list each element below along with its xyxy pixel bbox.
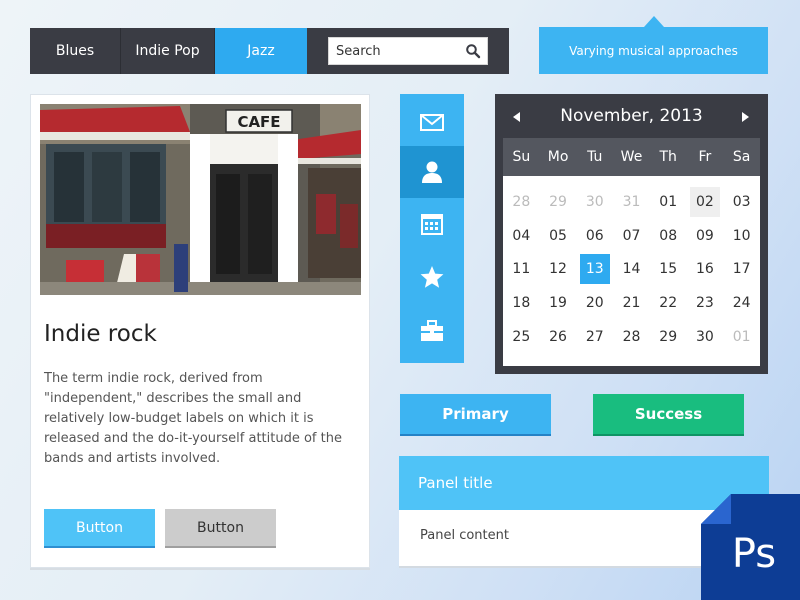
calendar-day-cell[interactable]: 05 xyxy=(540,219,577,253)
weekday-label: We xyxy=(620,149,643,165)
calendar-day-cell[interactable]: 28 xyxy=(503,185,540,219)
search-input[interactable] xyxy=(336,43,460,59)
calendar-weekday-row: Su Mo Tu We Th Fr Sa xyxy=(503,138,760,176)
calendar-day-cell[interactable]: 24 xyxy=(723,286,760,320)
calendar-month-label: November, 2013 xyxy=(560,106,703,126)
calendar-day-cell[interactable]: 12 xyxy=(540,253,577,287)
weekday-label: Su xyxy=(512,149,531,165)
calendar-day-cell[interactable]: 20 xyxy=(576,286,613,320)
calendar-day-cell[interactable]: 23 xyxy=(687,286,724,320)
primary-button[interactable]: Primary xyxy=(400,394,551,434)
calendar-day-cell[interactable]: 22 xyxy=(650,286,687,320)
card-primary-button[interactable]: Button xyxy=(44,509,155,546)
calendar-day-cell[interactable]: 01 xyxy=(650,185,687,219)
calendar-day-cell[interactable]: 16 xyxy=(687,253,724,287)
photo-cafe-sign: CAFE xyxy=(237,113,280,131)
search-box xyxy=(328,37,488,65)
nav-tab-jazz[interactable]: Jazz xyxy=(215,28,307,74)
briefcase-icon xyxy=(421,320,443,341)
iconbar-item-mail[interactable] xyxy=(400,96,464,148)
panel-content: Panel content xyxy=(420,528,509,543)
nav-tab-indie-pop[interactable]: Indie Pop xyxy=(121,28,215,74)
calendar-day-cell[interactable]: 31 xyxy=(613,185,650,219)
iconbar-item-user[interactable] xyxy=(400,146,464,198)
user-icon xyxy=(422,161,442,183)
iconbar-item-star[interactable] xyxy=(400,251,464,303)
calendar-day-cell[interactable]: 18 xyxy=(503,286,540,320)
mail-icon xyxy=(420,114,444,131)
weekday-label: Sa xyxy=(732,149,751,165)
calendar-day-cell-highlighted[interactable]: 02 xyxy=(687,185,724,219)
card-secondary-button[interactable]: Button xyxy=(165,509,276,546)
calendar-prev-arrow-icon[interactable] xyxy=(513,112,520,122)
calendar-day-cell[interactable]: 29 xyxy=(540,185,577,219)
calendar-day-cell[interactable]: 30 xyxy=(576,185,613,219)
calendar-day-cell[interactable]: 14 xyxy=(613,253,650,287)
calendar-day-cell[interactable]: 19 xyxy=(540,286,577,320)
calendar-day-cell[interactable]: 26 xyxy=(540,320,577,354)
card-description: The term indie rock, derived from "indep… xyxy=(44,371,342,466)
weekday-label: Fr xyxy=(698,149,712,165)
calendar-widget: November, 2013 Su Mo Tu We Th Fr Sa 28 2… xyxy=(495,94,768,374)
calendar-day-cell[interactable]: 10 xyxy=(723,219,760,253)
card-title: Indie rock xyxy=(44,321,157,347)
calendar-day-cell[interactable]: 07 xyxy=(613,219,650,253)
calendar-day-cell[interactable]: 30 xyxy=(687,320,724,354)
top-nav-bar: Blues Indie Pop Jazz xyxy=(30,28,509,74)
calendar-day-cell[interactable]: 27 xyxy=(576,320,613,354)
calendar-next-arrow-icon[interactable] xyxy=(742,112,749,122)
nav-tab-blues[interactable]: Blues xyxy=(30,28,121,74)
calendar-day-cell[interactable]: 29 xyxy=(650,320,687,354)
weekday-label: Mo xyxy=(547,149,569,165)
calendar-day-cell[interactable]: 25 xyxy=(503,320,540,354)
weekday-label: Th xyxy=(659,149,677,165)
calendar-day-cell[interactable]: 17 xyxy=(723,253,760,287)
photoshop-file-icon: Ps xyxy=(701,494,800,600)
photoshop-badge-text: Ps xyxy=(732,531,776,577)
calendar-day-cell[interactable]: 28 xyxy=(613,320,650,354)
calendar-day-cell[interactable]: 04 xyxy=(503,219,540,253)
calendar-day-cell[interactable]: 11 xyxy=(503,253,540,287)
iconbar-item-calendar[interactable] xyxy=(400,198,464,250)
calendar-day-cell[interactable]: 03 xyxy=(723,185,760,219)
calendar-icon xyxy=(421,214,443,235)
panel-title: Panel title xyxy=(418,474,493,492)
calendar-day-cell[interactable]: 21 xyxy=(613,286,650,320)
tooltip-text: Varying musical approaches xyxy=(569,43,738,58)
tooltip: Varying musical approaches xyxy=(539,27,768,74)
search-icon[interactable] xyxy=(465,43,481,59)
weekday-label: Tu xyxy=(587,149,603,165)
success-button[interactable]: Success xyxy=(593,394,744,434)
calendar-day-cell[interactable]: 08 xyxy=(650,219,687,253)
calendar-day-cell-selected[interactable]: 13 xyxy=(576,253,613,287)
calendar-day-cell[interactable]: 09 xyxy=(687,219,724,253)
vertical-icon-nav xyxy=(400,94,464,363)
calendar-day-grid: 28 29 30 31 01 02 03 04 05 06 07 08 09 1… xyxy=(503,176,760,366)
calendar-header: November, 2013 xyxy=(495,94,768,138)
calendar-day-cell[interactable]: 01 xyxy=(723,320,760,354)
calendar-day-cell[interactable]: 06 xyxy=(576,219,613,253)
article-card: CAFE Indie rock The term indie rock, der… xyxy=(30,94,370,568)
tooltip-arrow xyxy=(644,16,664,27)
iconbar-item-briefcase[interactable] xyxy=(400,305,464,357)
cafe-storefront-photo: CAFE xyxy=(40,104,361,295)
calendar-day-cell[interactable]: 15 xyxy=(650,253,687,287)
star-icon xyxy=(420,266,444,288)
